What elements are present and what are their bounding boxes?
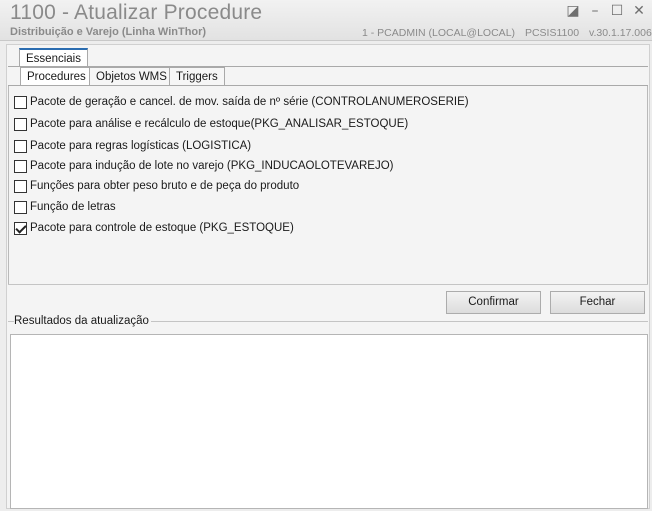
routine-code: PCSIS1100 [524, 27, 580, 39]
restore-icon[interactable]: ◪ [564, 2, 582, 20]
procedure-item[interactable]: Pacote para indução de lote no varejo (P… [14, 158, 393, 174]
procedure-label: Pacote para indução de lote no varejo (P… [30, 160, 394, 172]
procedure-label: Pacote para controle de estoque (PKG_EST… [30, 222, 294, 234]
procedure-label: Pacote para análise e recálculo de estoq… [30, 118, 409, 130]
checkbox[interactable] [14, 221, 27, 235]
procedure-item[interactable]: Função de letras [14, 199, 116, 215]
checkbox[interactable] [14, 159, 27, 173]
tab-triggers[interactable]: Triggers [169, 67, 225, 86]
procedure-item[interactable]: Pacote para controle de estoque (PKG_EST… [14, 220, 294, 236]
checkbox[interactable] [14, 200, 27, 214]
window-title: 1100 - Atualizar Procedure [10, 1, 263, 24]
checkbox[interactable] [14, 117, 27, 131]
checkbox[interactable] [14, 95, 27, 109]
procedure-item[interactable]: Pacote para análise e recálculo de estoq… [14, 116, 408, 132]
panel-divider [8, 284, 648, 285]
results-textarea[interactable] [10, 334, 648, 509]
maximize-icon[interactable]: ☐ [608, 2, 626, 20]
tab-objetos-wms[interactable]: Objetos WMS [89, 67, 174, 86]
window-subtitle: Distribuição e Varejo (Linha WinThor) [10, 26, 207, 38]
procedure-item[interactable]: Funções para obter peso bruto e de peça … [14, 178, 299, 194]
results-label: Resultados da atualização [14, 315, 151, 327]
version-label: v.30.1.17.006 [588, 27, 652, 39]
close-icon[interactable]: ✕ [630, 2, 648, 20]
tab-essenciais[interactable]: Essenciais [19, 48, 88, 67]
confirm-button[interactable]: Confirmar [446, 291, 541, 314]
procedure-label: Pacote para regras logísticas (LOGISTICA… [30, 140, 252, 152]
session-info: 1 - PCADMIN (LOCAL@LOCAL) PCSIS1100 v.30… [362, 27, 652, 39]
checkbox[interactable] [14, 139, 27, 153]
minimize-icon[interactable]: – [586, 2, 604, 20]
checkbox[interactable] [14, 179, 27, 193]
title-bar: 1100 - Atualizar Procedure Distribuição … [0, 0, 652, 41]
tab-procedures[interactable]: Procedures [20, 67, 93, 86]
procedure-label: Funções para obter peso bruto e de peça … [30, 180, 300, 192]
procedure-item[interactable]: Pacote de geração e cancel. de mov. saíd… [14, 94, 469, 110]
user-info: 1 - PCADMIN (LOCAL@LOCAL) [362, 27, 516, 39]
close-button[interactable]: Fechar [550, 291, 645, 314]
procedure-item[interactable]: Pacote para regras logísticas (LOGISTICA… [14, 138, 251, 154]
procedure-label: Função de letras [30, 201, 116, 213]
procedure-label: Pacote de geração e cancel. de mov. saíd… [30, 96, 469, 108]
